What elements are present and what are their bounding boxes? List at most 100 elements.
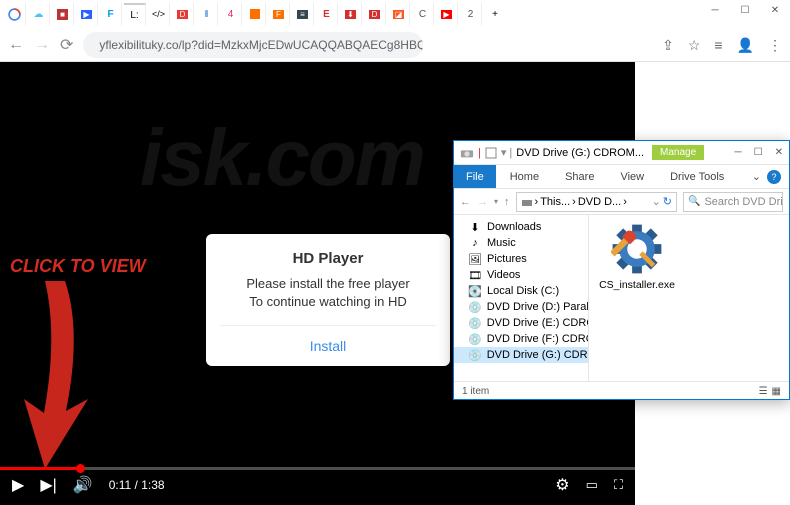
disk-icon: 💽: [468, 285, 482, 297]
nav-recent[interactable]: ▾: [494, 197, 498, 206]
home-tab[interactable]: Home: [498, 171, 551, 183]
tree-dvd-d[interactable]: 💿DVD Drive (D:) Parallel: [454, 299, 588, 315]
tree-local-disk[interactable]: 💽Local Disk (C:): [454, 283, 588, 299]
nav-forward[interactable]: →: [477, 196, 488, 208]
watermark-text: isk.com: [140, 112, 424, 204]
tab-20[interactable]: 2: [460, 3, 482, 25]
install-button[interactable]: Install: [220, 325, 436, 366]
videos-icon: 🎞: [468, 269, 482, 281]
icons-view-icon[interactable]: ▦: [772, 386, 781, 397]
tab-9[interactable]: ⫴: [196, 3, 218, 25]
new-tab-button[interactable]: +: [484, 3, 506, 25]
click-to-view-label: CLICK TO VIEW: [10, 257, 160, 275]
drive-small-icon: [521, 196, 533, 208]
tree-dvd-g[interactable]: 💿DVD Drive (G:) CDROM: [454, 347, 588, 363]
settings-icon[interactable]: ⚙: [555, 475, 569, 495]
explorer-close[interactable]: ✕: [775, 147, 783, 158]
tree-dvd-e[interactable]: 💿DVD Drive (E:) CDROM: [454, 315, 588, 331]
explorer-window: | ▾ | DVD Drive (G:) CDROM... Manage ─ ☐…: [453, 140, 790, 400]
file-item[interactable]: CS_installer.exe: [597, 223, 677, 291]
explorer-title: DVD Drive (G:) CDROM...: [516, 147, 644, 159]
gear-wrench-icon: [611, 223, 663, 275]
details-view-icon[interactable]: ☰: [759, 386, 768, 397]
explorer-body: ⬇Downloads ♪Music 🖼Pictures 🎞Videos 💽Loc…: [454, 215, 789, 381]
tab-cloud[interactable]: ☁: [28, 3, 50, 25]
modal-title: HD Player: [220, 250, 436, 267]
explorer-minimize[interactable]: ─: [735, 147, 742, 158]
drive-icon: [460, 146, 474, 160]
tab-8[interactable]: D: [172, 3, 194, 25]
fullscreen-icon[interactable]: ⛶: [614, 477, 623, 493]
video-controls: ▶ ▶| 🔊 0:11 / 1:38 ⚙ ▭ ⛶: [0, 467, 635, 505]
tab-18[interactable]: C: [412, 3, 434, 25]
progress-bar[interactable]: [0, 467, 635, 470]
profile-icon[interactable]: 👤: [737, 37, 754, 54]
tab-7[interactable]: </>: [148, 3, 170, 25]
search-input[interactable]: 🔍 Search DVD Dri: [683, 192, 783, 212]
tab-strip: ☁ ■ ▶ F L: </> D ⫴ 4 F ≡ E ⬇ D ◪ C ▶ 2 +: [0, 0, 790, 28]
status-bar: 1 item ☰ ▦: [454, 381, 789, 401]
modal-line2: To continue watching in HD: [220, 293, 436, 311]
drive-tools-tab[interactable]: Drive Tools: [658, 171, 736, 183]
music-icon: ♪: [468, 237, 482, 249]
search-icon: 🔍: [688, 196, 700, 207]
item-count: 1 item: [462, 386, 489, 397]
theater-icon[interactable]: ▭: [586, 477, 598, 493]
address-bar[interactable]: yflexibilituky.co/lp?did=MzkxMjcEDwUCAQQ…: [83, 32, 423, 58]
tab-5[interactable]: F: [100, 3, 122, 25]
minimize-button[interactable]: ─: [700, 0, 730, 20]
dvd-icon: 💿: [468, 301, 482, 313]
nav-up[interactable]: ↑: [504, 196, 510, 208]
explorer-nav: ← → ▾ ↑ › This... › DVD D... › ⌄ ↻ 🔍 Sea…: [454, 189, 789, 215]
share-icon[interactable]: ⇪: [662, 37, 674, 54]
tab-19[interactable]: ▶: [436, 3, 458, 25]
tab-16[interactable]: D: [364, 3, 386, 25]
back-button[interactable]: ←: [8, 36, 24, 54]
tab-14[interactable]: E: [316, 3, 338, 25]
tab-3[interactable]: ■: [52, 3, 74, 25]
help-icon[interactable]: ?: [767, 170, 781, 184]
tree-music[interactable]: ♪Music: [454, 235, 588, 251]
modal-line1: Please install the free player: [220, 275, 436, 293]
play-button[interactable]: ▶: [12, 475, 24, 495]
tab-active[interactable]: L:: [124, 3, 146, 25]
checkbox-icon[interactable]: [485, 147, 497, 159]
tab-15[interactable]: ⬇: [340, 3, 362, 25]
tab-google[interactable]: [4, 3, 26, 25]
menu-icon[interactable]: ⋮: [768, 37, 782, 54]
share-tab[interactable]: Share: [553, 171, 606, 183]
close-button[interactable]: ✕: [760, 0, 790, 20]
tab-11[interactable]: [244, 3, 266, 25]
tree-pictures[interactable]: 🖼Pictures: [454, 251, 588, 267]
file-tab[interactable]: File: [454, 165, 496, 188]
progress-fill: [0, 467, 81, 470]
toolbar-icons: ⇪ ☆ ≡ 👤 ⋮: [662, 37, 782, 54]
volume-button[interactable]: 🔊: [73, 475, 93, 495]
tree-videos[interactable]: 🎞Videos: [454, 267, 588, 283]
reload-button[interactable]: ⟳: [60, 35, 73, 55]
address-bar-row: ← → ⟳ yflexibilituky.co/lp?did=MzkxMjcED…: [0, 28, 790, 62]
star-icon[interactable]: ☆: [688, 37, 701, 54]
url-text: yflexibilituky.co/lp?did=MzkxMjcEDwUCAQQ…: [99, 38, 423, 52]
next-button[interactable]: ▶|: [40, 475, 56, 495]
maximize-button[interactable]: ☐: [730, 0, 760, 20]
extensions-icon[interactable]: ≡: [714, 37, 722, 54]
view-tab[interactable]: View: [608, 171, 656, 183]
tree-downloads[interactable]: ⬇Downloads: [454, 219, 588, 235]
nav-back[interactable]: ←: [460, 196, 471, 208]
tab-13[interactable]: ≡: [292, 3, 314, 25]
manage-tab[interactable]: Manage: [652, 145, 704, 160]
tab-4[interactable]: ▶: [76, 3, 98, 25]
explorer-maximize[interactable]: ☐: [754, 147, 763, 158]
dvd-icon: 💿: [468, 317, 482, 329]
forward-button[interactable]: →: [34, 36, 50, 54]
breadcrumb[interactable]: › This... › DVD D... › ⌄ ↻: [516, 192, 677, 212]
ribbon-expand-icon[interactable]: ⌄: [752, 170, 761, 183]
explorer-titlebar[interactable]: | ▾ | DVD Drive (G:) CDROM... Manage ─ ☐…: [454, 141, 789, 165]
tab-12[interactable]: F: [268, 3, 290, 25]
file-pane[interactable]: CS_installer.exe: [589, 215, 789, 381]
tab-10[interactable]: 4: [220, 3, 242, 25]
tab-17[interactable]: ◪: [388, 3, 410, 25]
time-display: 0:11 / 1:38: [109, 478, 165, 492]
tree-dvd-f[interactable]: 💿DVD Drive (F:) CDROM: [454, 331, 588, 347]
